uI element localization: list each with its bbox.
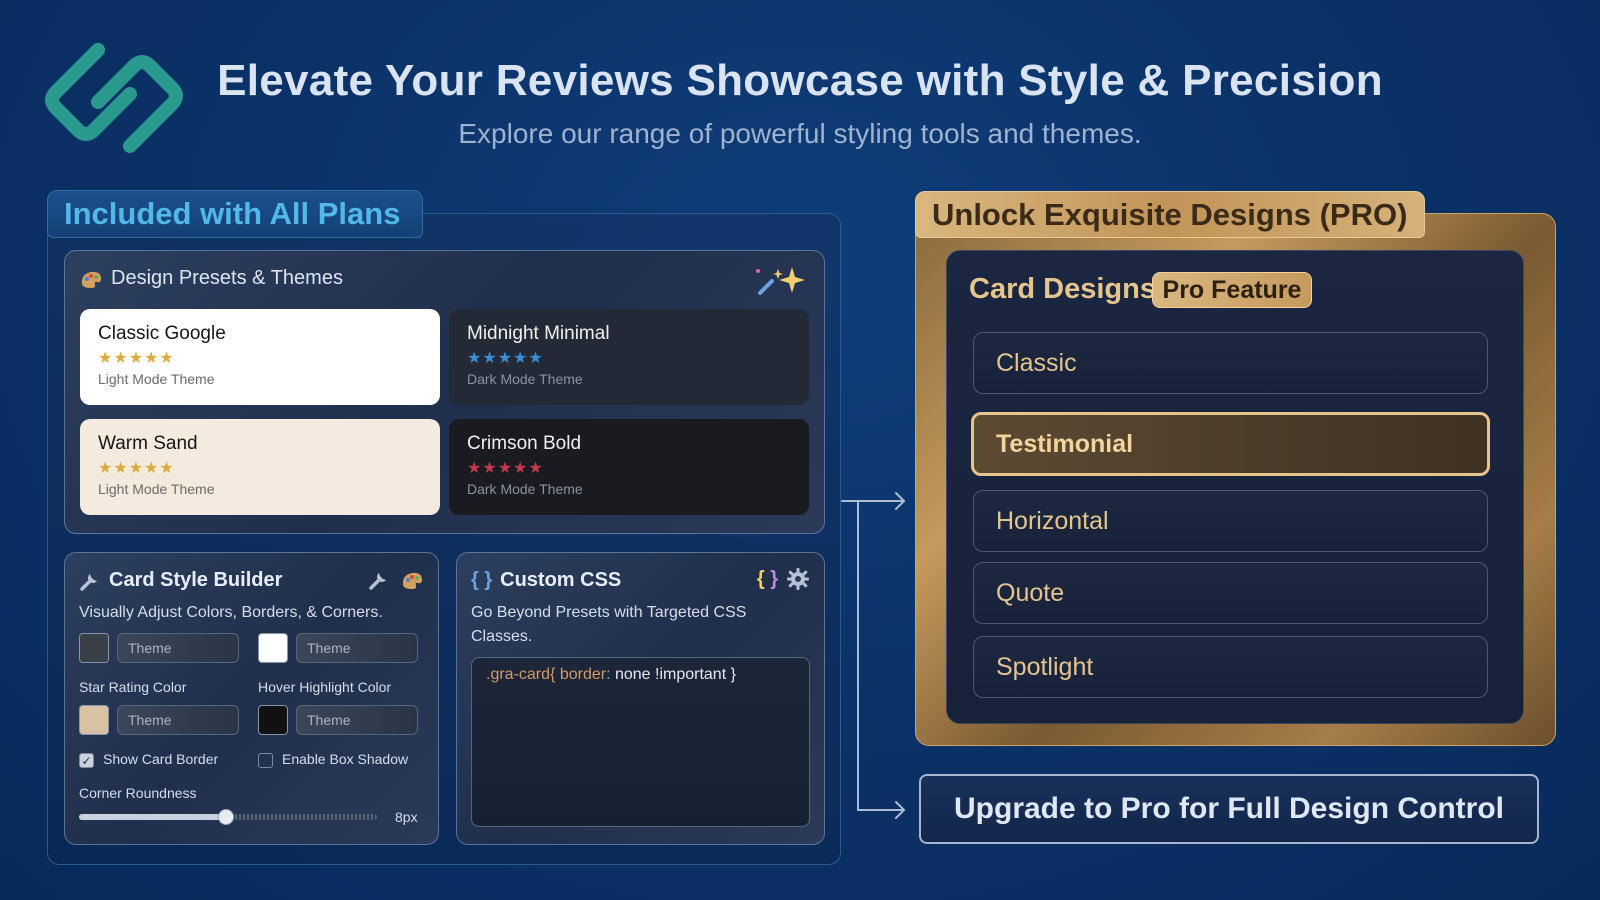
hover-highlight-color-field[interactable]: Theme	[296, 705, 418, 735]
show-card-border-checkbox[interactable]: ✓	[79, 753, 94, 768]
gear-icon	[787, 568, 809, 590]
magic-wand-sparkle-icon	[756, 267, 805, 295]
preset-card-crimson-bold[interactable]: Crimson Bold ★★★★★ Dark Mode Theme	[449, 419, 809, 515]
design-option-horizontal[interactable]: Horizontal	[973, 490, 1488, 552]
custom-css-header: { } Custom CSS	[471, 569, 621, 592]
preset-mode: Dark Mode Theme	[467, 481, 583, 497]
pro-designs-tab: Unlock Exquisite Designs (PRO)	[915, 191, 1425, 238]
design-option-classic[interactable]: Classic	[973, 332, 1488, 394]
card-style-builder-title: Card Style Builder	[109, 569, 283, 591]
wrench-icon	[369, 573, 386, 590]
hover-highlight-color-label: Hover Highlight Color	[258, 679, 392, 695]
star-rating: ★★★★★	[467, 460, 544, 477]
custom-css-title: Custom CSS	[500, 569, 622, 591]
corner-roundness-slider-fill	[79, 814, 226, 820]
css-selector-text: .gra-card{ border:	[486, 666, 611, 683]
custom-css-section: { } Custom CSS { } Go Beyond Presets wit…	[456, 552, 825, 845]
card-style-builder-section: Card Style Builder Visually Adjust Color…	[64, 552, 439, 845]
design-option-quote[interactable]: Quote	[973, 562, 1488, 624]
preset-mode: Light Mode Theme	[98, 371, 215, 387]
wrench-icon	[80, 573, 97, 591]
connector-arrows	[841, 492, 905, 819]
star-rating-color-field[interactable]: Theme	[117, 705, 239, 735]
enable-box-shadow-checkbox[interactable]	[258, 753, 273, 768]
custom-css-tool-icons: { }	[757, 567, 810, 591]
braces-icon: { }	[756, 567, 778, 590]
hover-highlight-color-swatch[interactable]	[258, 705, 288, 735]
custom-css-editor[interactable]: .gra-card{ border: none !important }	[471, 657, 810, 827]
palette-icon	[402, 572, 422, 589]
braces-icon: { }	[471, 569, 493, 591]
design-presets-header: Design Presets & Themes	[79, 267, 343, 290]
preset-name: Warm Sand	[98, 433, 198, 454]
star-rating-color-swatch[interactable]	[79, 705, 109, 735]
enable-box-shadow-label: Enable Box Shadow	[282, 751, 409, 767]
background-color-swatch[interactable]	[258, 633, 288, 663]
pro-feature-badge: Pro Feature	[1152, 272, 1312, 308]
preset-mode: Light Mode Theme	[98, 481, 215, 497]
star-rating-color-label: Star Rating Color	[79, 679, 187, 695]
background-color-field[interactable]: Theme	[296, 633, 418, 663]
preset-card-midnight-minimal[interactable]: Midnight Minimal ★★★★★ Dark Mode Theme	[449, 309, 809, 405]
corner-roundness-label: Corner Roundness	[79, 785, 197, 801]
card-designs-title: Card Designs	[969, 273, 1156, 305]
included-plans-tab: Included with All Plans	[47, 190, 423, 238]
star-rating: ★★★★★	[98, 350, 175, 367]
corner-roundness-slider-thumb[interactable]	[218, 809, 234, 825]
builder-description: Visually Adjust Colors, Borders, & Corne…	[79, 604, 383, 621]
preset-name: Classic Google	[98, 323, 226, 344]
star-rating: ★★★★★	[467, 350, 544, 367]
design-presets-title: Design Presets & Themes	[111, 267, 343, 289]
custom-css-description: Go Beyond Presets with Targeted CSS Clas…	[471, 604, 747, 645]
card-style-builder-header: Card Style Builder	[79, 569, 282, 592]
page-subtitle: Explore our range of powerful styling to…	[458, 118, 1142, 149]
page-title: Elevate Your Reviews Showcase with Style…	[217, 56, 1383, 105]
css-value-text: none !important }	[610, 666, 736, 683]
corner-roundness-value: 8px	[395, 809, 418, 825]
star-rating: ★★★★★	[98, 460, 175, 477]
design-option-testimonial[interactable]: Testimonial	[971, 412, 1490, 476]
border-color-swatch[interactable]	[79, 633, 109, 663]
builder-tool-icons	[368, 569, 424, 591]
preset-name: Midnight Minimal	[467, 323, 610, 344]
border-color-field[interactable]: Theme	[117, 633, 239, 663]
preset-card-warm-sand[interactable]: Warm Sand ★★★★★ Light Mode Theme	[80, 419, 440, 515]
design-presets-section: Design Presets & Themes Classic Google ★…	[64, 250, 825, 534]
brand-logo-icon	[45, 43, 183, 153]
upgrade-to-pro-button[interactable]: Upgrade to Pro for Full Design Control	[919, 774, 1539, 844]
design-option-spotlight[interactable]: Spotlight	[973, 636, 1488, 698]
preset-mode: Dark Mode Theme	[467, 371, 583, 387]
preset-name: Crimson Bold	[467, 433, 582, 454]
preset-card-classic-google[interactable]: Classic Google ★★★★★ Light Mode Theme	[80, 309, 440, 405]
palette-icon	[81, 271, 101, 288]
show-card-border-label: Show Card Border	[103, 751, 219, 767]
